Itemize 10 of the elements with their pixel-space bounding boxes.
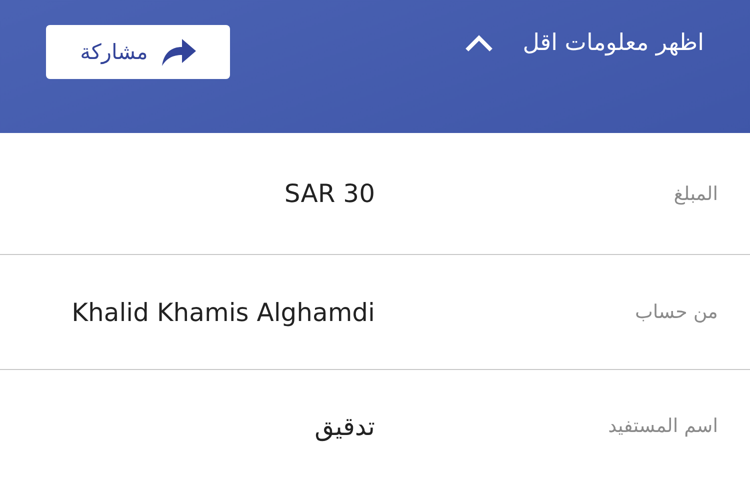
field-value: Khalid Khamis Alghamdi	[72, 298, 375, 326]
field-label: المبلغ	[672, 182, 718, 204]
collapse-toggle[interactable]: اظهر معلومات اقل	[464, 27, 704, 59]
field-value: تدقيق	[314, 412, 375, 440]
field-label: من حساب	[634, 301, 718, 323]
chevron-up-icon	[464, 34, 493, 52]
share-arrow-icon	[162, 38, 196, 66]
share-button[interactable]: مشاركة	[46, 25, 230, 79]
field-value: SAR 30	[284, 179, 375, 208]
field-label: اسم المستفيد	[607, 415, 718, 437]
